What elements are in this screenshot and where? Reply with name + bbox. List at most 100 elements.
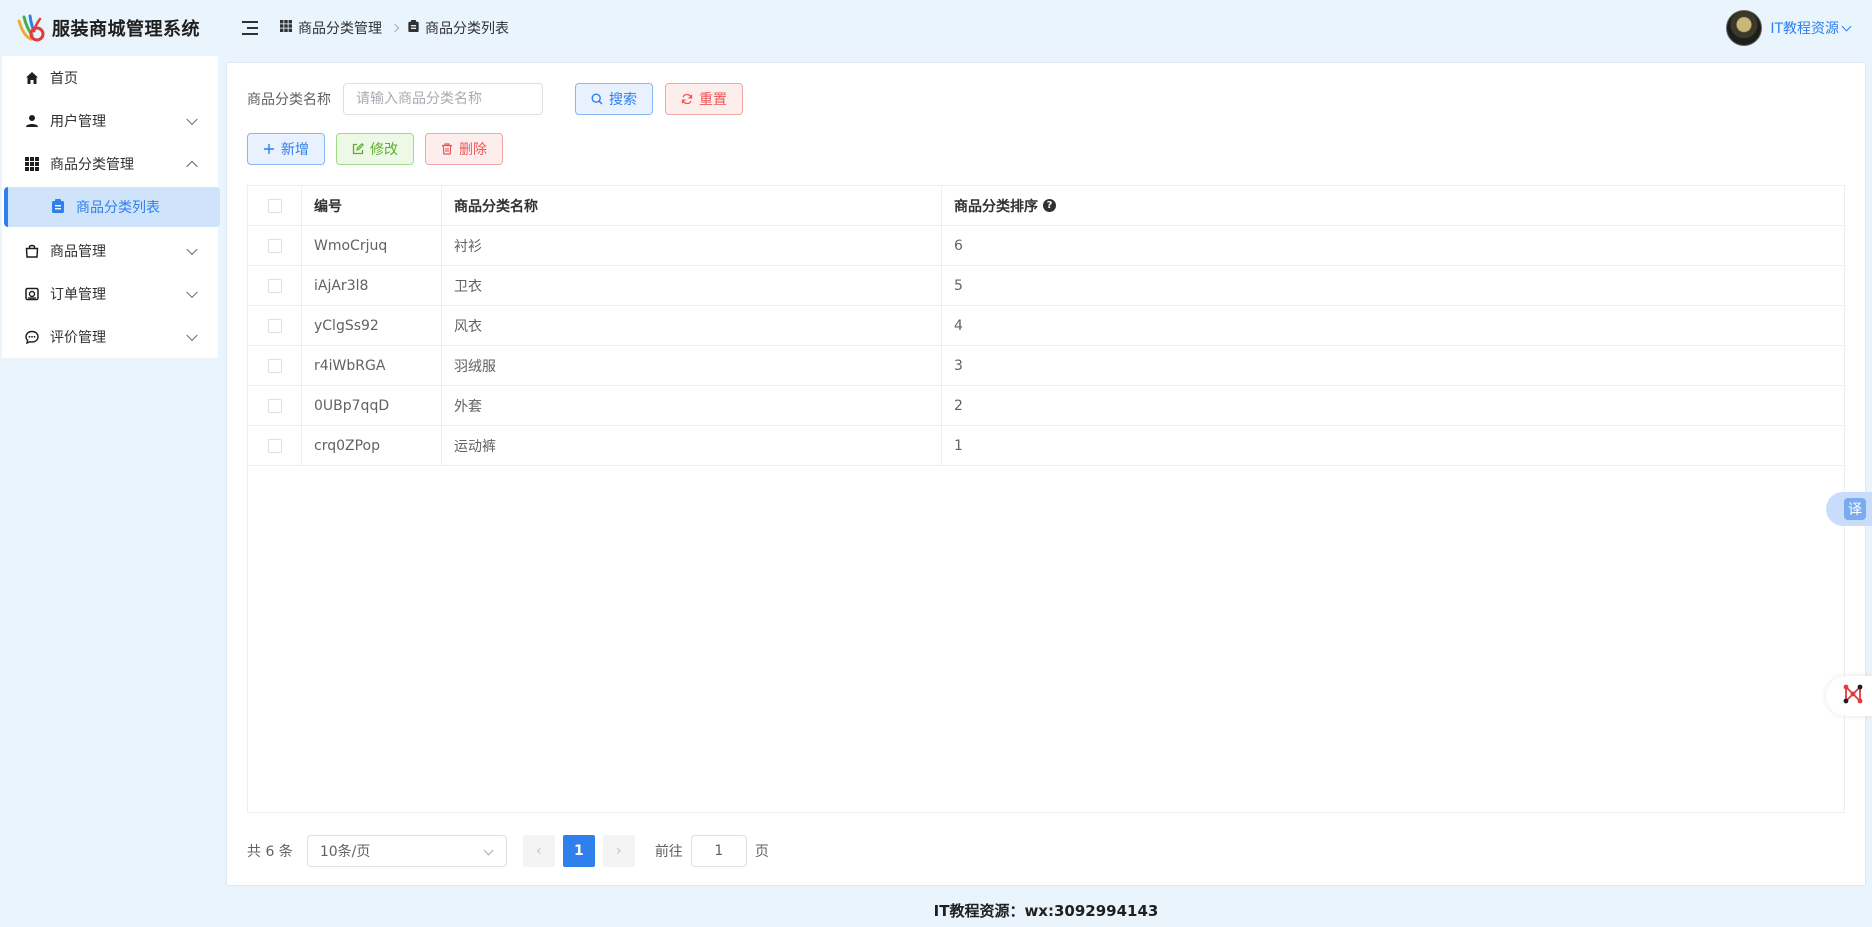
- translate-float-button[interactable]: 译: [1826, 492, 1872, 526]
- chevron-down-icon: [1841, 21, 1852, 31]
- sidebar-item-label: 用户管理: [50, 113, 106, 130]
- edit-button[interactable]: 修改: [336, 133, 414, 165]
- top-header: 商品分类管理 商品分类列表 IT教程资源: [220, 0, 1872, 56]
- table-row[interactable]: WmoCrjuq 衬衫 6: [248, 226, 1844, 266]
- cell-sort: 5: [954, 277, 963, 294]
- cell-id: 0UBp7qqD: [302, 386, 442, 425]
- pagination-total: 共 6 条: [247, 844, 293, 860]
- sidebar-item-label: 商品分类列表: [76, 200, 160, 216]
- sidebar-item-users[interactable]: 用户管理: [2, 99, 218, 142]
- chat-icon: [24, 329, 40, 345]
- row-checkbox[interactable]: [267, 358, 282, 373]
- sidebar-item-label: 首页: [50, 70, 78, 87]
- row-checkbox[interactable]: [267, 278, 282, 293]
- grid-icon: [24, 156, 40, 172]
- chevron-down-icon: [186, 113, 198, 125]
- sidebar-item-orders[interactable]: 订单管理: [2, 272, 218, 315]
- chevron-up-icon: [186, 160, 198, 172]
- avatar: [1726, 10, 1763, 46]
- chevron-down-icon: [483, 845, 494, 856]
- chevron-down-icon: [186, 243, 198, 255]
- search-icon: [591, 93, 603, 105]
- cell-sort: 6: [954, 237, 963, 254]
- edit-icon: [352, 143, 364, 155]
- cell-name: 外套: [442, 386, 942, 425]
- grid-icon: [280, 20, 292, 36]
- row-checkbox[interactable]: [267, 398, 282, 413]
- sidebar-item-home[interactable]: 首页: [2, 56, 218, 99]
- clipboard-icon: [408, 20, 419, 36]
- category-table: 编号 商品分类名称 商品分类排序 ? WmoCrjuq 衬衫 6 iAjAr3l…: [247, 185, 1845, 813]
- user-icon: [24, 113, 40, 129]
- question-icon[interactable]: ?: [1043, 199, 1056, 212]
- cell-id: yClgSs92: [302, 306, 442, 345]
- select-all-checkbox[interactable]: [267, 198, 282, 213]
- plus-icon: [263, 143, 275, 155]
- row-checkbox[interactable]: [267, 438, 282, 453]
- cell-name: 羽绒服: [442, 346, 942, 385]
- chevron-down-icon: [186, 329, 198, 341]
- app-logo: 服装商城管理系统: [0, 0, 220, 56]
- column-header-id: 编号: [302, 186, 442, 225]
- search-input[interactable]: [343, 83, 543, 115]
- cell-sort: 1: [954, 437, 963, 454]
- page-size-select[interactable]: 10条/页: [306, 835, 507, 867]
- reset-button[interactable]: 重置: [665, 83, 743, 115]
- network-icon: [1842, 683, 1864, 709]
- table-row[interactable]: yClgSs92 风衣 4: [248, 306, 1844, 346]
- cell-name: 卫衣: [442, 266, 942, 305]
- trash-icon: [441, 143, 453, 155]
- footer-text: IT教程资源：wx:3092994143: [933, 901, 1159, 920]
- cell-id: iAjAr3l8: [302, 266, 442, 305]
- cell-sort: 2: [954, 397, 963, 414]
- sidebar-item-label: 评价管理: [50, 329, 106, 346]
- sidebar-menu: 首页 用户管理 商品分类管理 商品分类列表 商品管理 订单管理 评价管理: [2, 56, 220, 358]
- table-row[interactable]: iAjAr3l8 卫衣 5: [248, 266, 1844, 306]
- menu-toggle-icon[interactable]: [242, 21, 258, 35]
- chevron-down-icon: [186, 286, 198, 298]
- sidebar-item-products[interactable]: 商品管理: [2, 229, 218, 272]
- table-header: 编号 商品分类名称 商品分类排序 ?: [248, 186, 1844, 226]
- goto-page-input[interactable]: [690, 835, 747, 867]
- translate-icon: 译: [1844, 498, 1866, 520]
- sidebar-item-label: 订单管理: [50, 286, 106, 303]
- breadcrumb-item[interactable]: 商品分类管理: [298, 18, 382, 38]
- cell-id: r4iWbRGA: [302, 346, 442, 385]
- cell-id: WmoCrjuq: [302, 226, 442, 265]
- page-number-button[interactable]: 1: [562, 835, 595, 867]
- table-row[interactable]: 0UBp7qqD 外套 2: [248, 386, 1844, 426]
- sidebar-item-label: 商品分类管理: [50, 156, 134, 173]
- sidebar-item-category-management[interactable]: 商品分类管理: [2, 142, 218, 185]
- sidebar-item-reviews[interactable]: 评价管理: [2, 315, 218, 358]
- home-icon: [24, 70, 40, 86]
- assistant-float-button[interactable]: [1826, 676, 1872, 716]
- row-checkbox[interactable]: [267, 238, 282, 253]
- cell-name: 运动裤: [442, 426, 942, 465]
- search-form: 商品分类名称 搜索 重置: [247, 83, 743, 115]
- breadcrumb: 商品分类管理 商品分类列表: [280, 18, 509, 38]
- cell-name: 风衣: [442, 306, 942, 345]
- breadcrumb-item-current: 商品分类列表: [425, 21, 509, 37]
- delete-button[interactable]: 删除: [425, 133, 503, 165]
- column-header-name: 商品分类名称: [442, 186, 942, 225]
- page-jumper: 前往 页: [655, 835, 769, 867]
- order-icon: [24, 286, 40, 302]
- bag-icon: [24, 243, 40, 259]
- cell-sort: 3: [954, 357, 963, 374]
- sidebar: 服装商城管理系统 首页 用户管理 商品分类管理 商品分类列表 商品管理 订单管理…: [0, 0, 220, 927]
- search-button[interactable]: 搜索: [575, 83, 653, 115]
- sidebar-item-category-list[interactable]: 商品分类列表: [4, 187, 220, 227]
- user-menu[interactable]: IT教程资源: [1726, 10, 1852, 46]
- pagination: 共 6 条 10条/页 ‹ 1 › 前往 页: [247, 835, 769, 867]
- add-button[interactable]: 新增: [247, 133, 325, 165]
- table-row[interactable]: crq0ZPop 运动裤 1: [248, 426, 1844, 466]
- next-page-button[interactable]: ›: [602, 835, 635, 867]
- logo-icon: [16, 13, 46, 43]
- app-title: 服装商城管理系统: [52, 19, 200, 40]
- table-row[interactable]: r4iWbRGA 羽绒服 3: [248, 346, 1844, 386]
- cell-sort: 4: [954, 317, 963, 334]
- prev-page-button[interactable]: ‹: [522, 835, 555, 867]
- row-checkbox[interactable]: [267, 318, 282, 333]
- column-header-sort: 商品分类排序 ?: [942, 186, 1844, 225]
- main-content: 商品分类名称 搜索 重置 新增 修改: [226, 62, 1866, 886]
